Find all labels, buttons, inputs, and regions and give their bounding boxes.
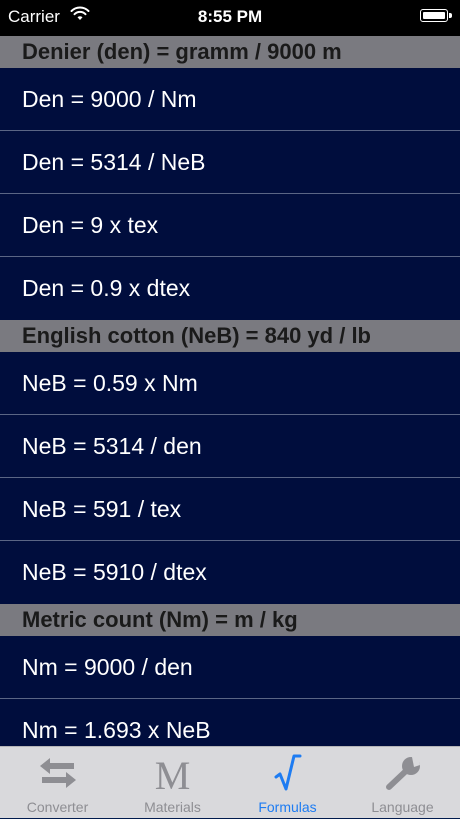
m-letter-icon: M (115, 753, 230, 798)
formula-row[interactable]: Nm = 1.693 x NeB (0, 699, 460, 746)
arrows-icon (0, 753, 115, 793)
status-bar: Carrier 8:55 PM (0, 0, 460, 36)
formula-row[interactable]: Den = 9000 / Nm (0, 68, 460, 131)
battery-icon (420, 9, 452, 22)
svg-text:M: M (155, 753, 191, 793)
tab-materials[interactable]: M Materials (115, 747, 230, 819)
formula-row[interactable]: NeB = 591 / tex (0, 478, 460, 541)
tab-bar: Converter M Materials Formulas Language (0, 746, 460, 818)
tab-converter[interactable]: Converter (0, 747, 115, 819)
tab-materials-label: Materials (144, 799, 201, 815)
formula-row[interactable]: Den = 5314 / NeB (0, 131, 460, 194)
tab-converter-label: Converter (26, 799, 89, 815)
tab-formulas-label: Formulas (258, 799, 317, 815)
formula-row[interactable]: Den = 0.9 x dtex (0, 257, 460, 320)
square-root-icon (230, 753, 345, 793)
wrench-icon (345, 753, 460, 793)
tab-formulas[interactable]: Formulas (230, 747, 345, 819)
tab-language[interactable]: Language (345, 747, 460, 819)
formula-row[interactable]: NeB = 0.59 x Nm (0, 352, 460, 415)
formula-row[interactable]: NeB = 5910 / dtex (0, 541, 460, 604)
formula-row[interactable]: Nm = 9000 / den (0, 636, 460, 699)
tab-language-label: Language (371, 799, 434, 815)
formula-row[interactable]: Den = 9 x tex (0, 194, 460, 257)
section-header-english-cotton: English cotton (NeB) = 840 yd / lb (0, 320, 460, 352)
formulas-list[interactable]: Denier (den) = gramm / 9000 m Den = 9000… (0, 36, 460, 746)
clock: 8:55 PM (197, 7, 263, 26)
section-header-denier: Denier (den) = gramm / 9000 m (0, 36, 460, 68)
formula-row[interactable]: NeB = 5314 / den (0, 415, 460, 478)
section-header-metric-count: Metric count (Nm) = m / kg (0, 604, 460, 636)
